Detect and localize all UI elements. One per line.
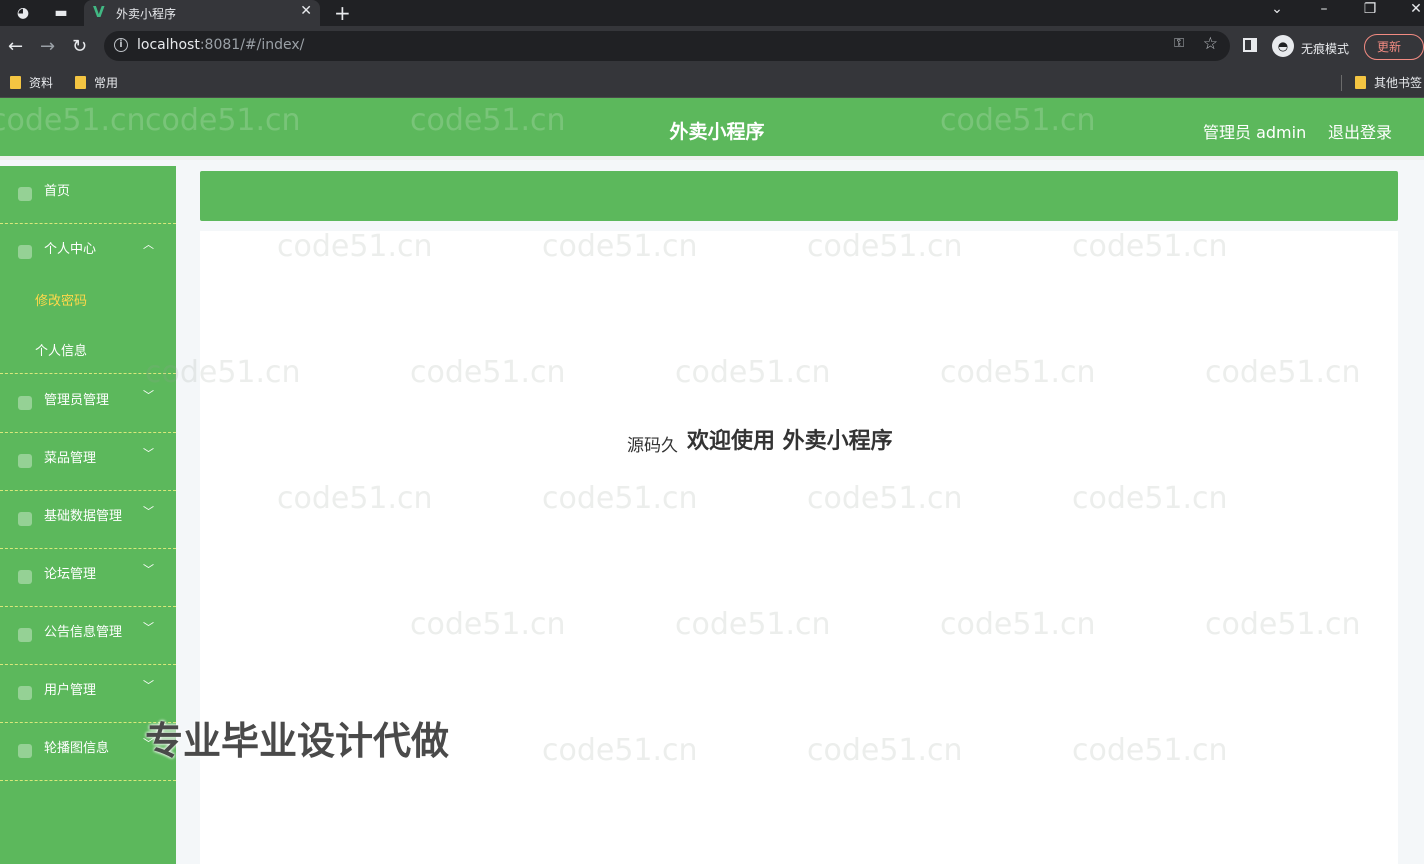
site-info-icon[interactable]: i (114, 38, 128, 52)
sidebar-item-label: 公告信息管理 (44, 625, 123, 640)
bookmark-folder-2[interactable]: 常用 (75, 74, 118, 91)
bookmark-label: 常用 (94, 76, 119, 90)
sidebar-item-label: 轮播图信息 (44, 741, 110, 756)
side-panel-icon[interactable] (1243, 38, 1257, 52)
bookmarks-bar: 资料 常用 其他书签 (0, 68, 1424, 98)
chevron-down-icon: ﹀ (143, 389, 154, 402)
sidebar-item-dish-management[interactable]: 菜品管理 ﹀ (0, 433, 176, 491)
folder-icon (75, 76, 86, 89)
update-button[interactable]: 更新 (1364, 34, 1424, 60)
sidebar-item-home[interactable]: 首页 (0, 166, 176, 224)
watermark-source-text: 源码久 (627, 436, 678, 456)
sidebar-item-forum-management[interactable]: 论坛管理 ﹀ (0, 549, 176, 607)
image-icon (18, 744, 32, 758)
sidebar-item-label: 个人中心 (44, 242, 97, 257)
forum-icon (18, 570, 32, 584)
chevron-down-icon: ﹀ (143, 447, 154, 460)
forward-icon[interactable]: → (40, 36, 55, 57)
reload-icon[interactable]: ↻ (72, 36, 87, 57)
close-tab-icon[interactable]: ✕ (300, 3, 312, 19)
sidebar-subitem-personal-info[interactable]: 个人信息 (0, 324, 176, 374)
breadcrumb-bar (200, 171, 1398, 221)
browser-tab[interactable]: V 外卖小程序 ✕ (84, 0, 320, 26)
bookmark-folder-1[interactable]: 资料 (10, 74, 53, 91)
content-panel (200, 231, 1398, 864)
sidebar-item-base-data-management[interactable]: 基础数据管理 ﹀ (0, 491, 176, 549)
sidebar-item-label: 菜品管理 (44, 451, 97, 466)
close-window-icon[interactable]: ✕ (1396, 1, 1424, 17)
back-icon[interactable]: ← (8, 36, 23, 57)
welcome-title: 欢迎使用 外卖小程序 (687, 429, 893, 454)
url-host: localhost (137, 37, 200, 53)
home-icon (18, 187, 32, 201)
tab-title: 外卖小程序 (116, 7, 177, 21)
chevron-down-icon: ﹀ (143, 563, 154, 576)
address-bar[interactable]: i localhost:8081/#/index/ ⚿ ☆ (104, 31, 1230, 61)
sidebar-item-label: 基础数据管理 (44, 509, 123, 524)
minimize-icon[interactable]: – (1304, 1, 1344, 17)
tab-search-icon[interactable]: ▬ (52, 4, 70, 22)
url-path: :8081/#/index/ (199, 37, 305, 53)
notice-icon (18, 628, 32, 642)
bookmark-divider (1341, 75, 1342, 91)
promo-watermark: 专业毕业设计代做 (145, 719, 450, 763)
folder-icon (10, 76, 21, 89)
url-text: localhost:8081/#/index/ (137, 37, 304, 53)
sidebar-subitem-label: 个人信息 (35, 344, 88, 359)
app-root: 外卖小程序 管理员 admin 退出登录 首页 个人中心 ︿ 修改密码 个人信息… (0, 98, 1424, 864)
sidebar-subitem-label: 修改密码 (35, 294, 88, 309)
app-header: 外卖小程序 管理员 admin 退出登录 (0, 98, 1424, 160)
sidebar-item-label: 首页 (44, 184, 71, 199)
admin-label: 管理员 admin (1203, 123, 1307, 142)
incognito-label: 无痕模式 (1301, 42, 1350, 56)
incognito-icon[interactable]: ◓ (1272, 35, 1294, 57)
bookmark-label: 资料 (29, 76, 54, 90)
logout-button[interactable]: 退出登录 (1328, 119, 1392, 143)
password-key-icon[interactable]: ⚿ (1174, 36, 1184, 51)
sidebar-item-admin-management[interactable]: 管理员管理 ﹀ (0, 375, 176, 433)
folder-icon (1355, 76, 1366, 89)
database-icon (18, 512, 32, 526)
browser-tab-strip: ◕ ▬ V 外卖小程序 ✕ + ⌄ – ❐ ✕ (0, 0, 1424, 26)
new-tab-icon[interactable]: + (334, 1, 351, 25)
chevron-up-icon: ︿ (143, 238, 154, 251)
bookmark-star-icon[interactable]: ☆ (1203, 34, 1218, 54)
sidebar-item-label: 管理员管理 (44, 393, 110, 408)
user-icon (18, 245, 32, 259)
dish-icon (18, 454, 32, 468)
chevron-down-icon: ﹀ (143, 621, 154, 634)
sidebar-subitem-change-password[interactable]: 修改密码 (0, 274, 176, 324)
browser-toolbar: ← → ↻ i localhost:8081/#/index/ ⚿ ☆ ◓ 无痕… (0, 26, 1424, 68)
chevron-down-icon: ﹀ (143, 505, 154, 518)
other-bookmarks[interactable]: 其他书签 (1355, 74, 1422, 91)
browser-menu-icon[interactable]: ◕ (14, 4, 32, 22)
other-bookmarks-label: 其他书签 (1374, 76, 1423, 90)
sidebar-item-label: 用户管理 (44, 683, 97, 698)
restore-icon[interactable]: ❐ (1350, 1, 1390, 17)
users-icon (18, 686, 32, 700)
chevron-down-icon: ﹀ (143, 679, 154, 692)
vue-favicon-icon: V (93, 3, 105, 21)
sidebar-item-label: 论坛管理 (44, 567, 97, 582)
admin-icon (18, 396, 32, 410)
sidebar-item-notice-management[interactable]: 公告信息管理 ﹀ (0, 607, 176, 665)
chevron-down-icon[interactable]: ⌄ (1257, 1, 1297, 17)
